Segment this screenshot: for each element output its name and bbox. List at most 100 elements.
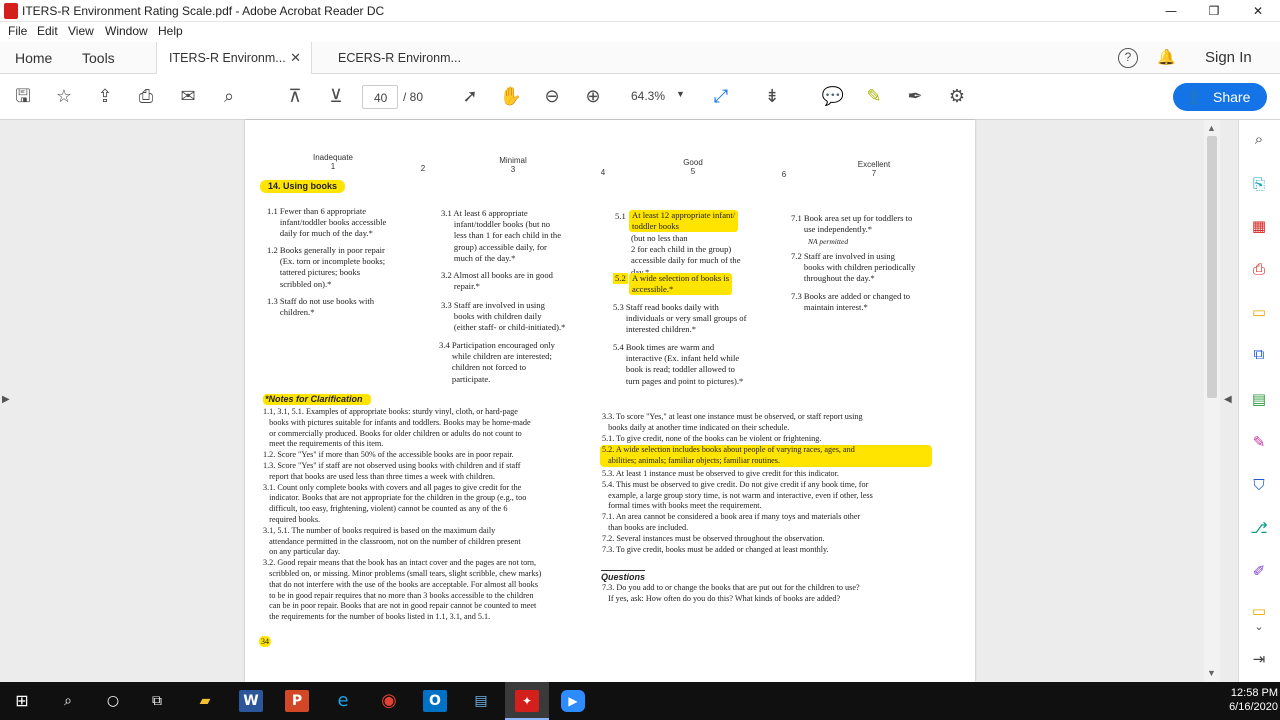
search-icon[interactable]: ⌕	[216, 84, 242, 110]
indicator-7-3: 7.3 Books are added or changed to mainta…	[791, 291, 911, 313]
current-page: 40	[374, 91, 388, 105]
edit-pdf-icon[interactable]: ✐	[1246, 562, 1272, 584]
indicator-3-4: 3.4 Participation encouraged only while …	[439, 340, 555, 384]
tab-home[interactable]: Home	[15, 42, 52, 74]
tab-tools[interactable]: Tools	[82, 42, 115, 74]
restore-button[interactable]: ❐	[1192, 0, 1236, 22]
zoom-app-icon[interactable]: ▶	[561, 690, 585, 712]
create-pdf-icon[interactable]: ⎙	[1246, 260, 1272, 282]
menu-window[interactable]: Window	[105, 24, 148, 38]
scrollbar-thumb[interactable]	[1207, 136, 1217, 398]
protect-shield-icon[interactable]: ⛉	[1246, 476, 1272, 498]
internet-explorer-icon[interactable]: e	[331, 690, 355, 712]
task-view-icon[interactable]: ⧉	[145, 690, 169, 712]
page-number-input[interactable]: 40	[362, 85, 398, 109]
zoom-in-icon[interactable]: ⊕	[580, 84, 606, 110]
export-pdf-icon[interactable]: ⎘	[1246, 175, 1272, 197]
outlook-icon[interactable]: O	[423, 690, 447, 712]
indicator-5-3: 5.3 Staff read books daily with individu…	[613, 302, 747, 335]
questions-title: Questions	[601, 570, 646, 582]
zoom-search-icon[interactable]: ⌕	[1246, 130, 1272, 152]
zoom-out-icon[interactable]: ⊖	[539, 84, 565, 110]
scale-excellent: Excellent 7	[857, 160, 891, 178]
fill-sign-icon[interactable]: ✎	[1246, 433, 1272, 455]
left-panel-toggle-icon[interactable]: ▶	[2, 394, 10, 405]
save-icon[interactable]: 🖫	[10, 84, 36, 110]
scroll-down-icon[interactable]: ▼	[1207, 668, 1216, 678]
acrobat-taskbar-active[interactable]: ✦	[505, 682, 549, 720]
menu-file[interactable]: File	[8, 24, 27, 38]
taskbar-app-icon[interactable]: ▤	[469, 690, 493, 712]
page-number: 34	[259, 636, 271, 648]
sign-pen-icon[interactable]: ✒	[902, 84, 928, 110]
indicator-3-3: 3.3 Staff are involved in using books wi…	[441, 300, 566, 333]
powerpoint-icon[interactable]: P	[285, 690, 309, 712]
organize-pages-icon[interactable]: ▦	[1246, 217, 1272, 239]
collapse-pane-icon[interactable]: ⇥	[1246, 650, 1272, 672]
windows-start-icon[interactable]: ⊞	[10, 690, 34, 712]
questions-text: 7.3. Do you add to or change the books t…	[602, 583, 860, 603]
indicator-5-1-rest	[631, 222, 771, 233]
scale-2: 2	[420, 164, 426, 173]
indicator-5-4: 5.4 Book times are warm and interactive …	[613, 342, 744, 386]
taskbar-time: 12:58 PM	[1230, 687, 1278, 699]
indicator-7-2: 7.2 Staff are involved in using books wi…	[791, 251, 916, 284]
notes-right-2: 5.3. At least 1 instance must be observe…	[602, 469, 873, 554]
close-tab-icon[interactable]: ✕	[290, 42, 301, 74]
share-button[interactable]: 👤 Share	[1173, 83, 1267, 111]
menu-edit[interactable]: Edit	[37, 24, 58, 38]
right-panel-toggle-icon[interactable]: ◀	[1224, 394, 1232, 405]
help-icon[interactable]: ?	[1118, 48, 1138, 68]
sign-in-link[interactable]: Sign In	[1205, 42, 1252, 74]
taskbar-clock[interactable]: 12:58 PM 6/16/2020	[1220, 687, 1278, 713]
scroll-mode-icon[interactable]: ⇟	[759, 84, 785, 110]
hand-tool-icon[interactable]: ✋	[498, 84, 524, 110]
close-window-button[interactable]: ✕	[1236, 0, 1280, 22]
scroll-up-icon[interactable]: ▲	[1207, 123, 1216, 133]
taskbar-search-icon[interactable]: ⌕	[56, 690, 80, 712]
file-explorer-icon[interactable]: ▰	[193, 690, 217, 712]
zoom-value: 64.3%	[631, 89, 666, 103]
previous-page-icon[interactable]: ⊼	[282, 84, 308, 110]
email-icon[interactable]: ✉	[175, 84, 201, 110]
menu-help[interactable]: Help	[158, 24, 183, 38]
pane-scroll-down-icon[interactable]: ⌄	[1246, 620, 1272, 642]
acrobat-taskbar-icon: ✦	[515, 690, 539, 712]
share-person-icon: 👤	[1185, 89, 1203, 105]
combine-files-icon[interactable]: ⧉	[1246, 345, 1272, 367]
compress-icon[interactable]: ▤	[1246, 390, 1272, 412]
item-title: 14. Using books	[260, 180, 346, 194]
print-icon[interactable]: ⎙	[133, 84, 159, 110]
notes-title: *Notes for Clarification	[263, 394, 371, 406]
minimize-button[interactable]: —	[1149, 0, 1193, 22]
send-for-review-icon[interactable]: ⎇	[1246, 519, 1272, 541]
next-page-icon[interactable]: ⊻	[323, 84, 349, 110]
comment-tool-icon[interactable]: ▭	[1246, 303, 1272, 325]
indicator-3-1: 3.1 At least 6 appropriate infant/toddle…	[441, 208, 562, 263]
word-icon[interactable]: W	[239, 690, 263, 712]
toolbar: 🖫 ☆ ⇪ ⎙ ✉ ⌕ ⊼ ⊻ 40 / 80 ➚ ✋ ⊖ ⊕ 64.3% ▼ …	[0, 74, 1280, 120]
indicator-5-2-number: 5.2	[613, 273, 628, 285]
total-pages: / 80	[403, 90, 424, 104]
menu-view[interactable]: View	[68, 24, 94, 38]
chrome-icon[interactable]: ◉	[377, 690, 401, 712]
comment-icon[interactable]: 💬	[820, 84, 846, 110]
zoom-dropdown[interactable]: 64.3% ▼	[626, 84, 688, 110]
notes-left: 1.1, 3.1, 5.1. Examples of appropriate b…	[263, 407, 542, 622]
highlight-pen-icon[interactable]: ✎	[861, 84, 887, 110]
menu-bar: File Edit View Window Help	[0, 22, 1280, 42]
vertical-scrollbar[interactable]: ▲ ▼	[1204, 120, 1220, 682]
bookmark-star-icon[interactable]: ☆	[51, 84, 77, 110]
fit-page-icon[interactable]: ⤢	[708, 84, 734, 110]
indicator-7-1: 7.1 Book area set up for toddlers to use…	[791, 213, 913, 235]
indicator-7-1-na: NA permitted	[808, 237, 849, 246]
taskbar-date: 6/16/2020	[1229, 701, 1278, 713]
more-tools-icon[interactable]: ⚙	[944, 84, 970, 110]
upload-cloud-icon[interactable]: ⇪	[92, 84, 118, 110]
tab-document-iters[interactable]: ITERS-R Environm... ✕	[156, 42, 312, 75]
cortana-icon[interactable]: ○	[101, 690, 125, 712]
select-cursor-icon[interactable]: ➚	[457, 84, 483, 110]
tab-document-ecers[interactable]: ECERS-R Environm...	[326, 42, 480, 74]
scale-4: 4	[600, 168, 606, 177]
notifications-bell-icon[interactable]: 🔔	[1157, 48, 1176, 68]
